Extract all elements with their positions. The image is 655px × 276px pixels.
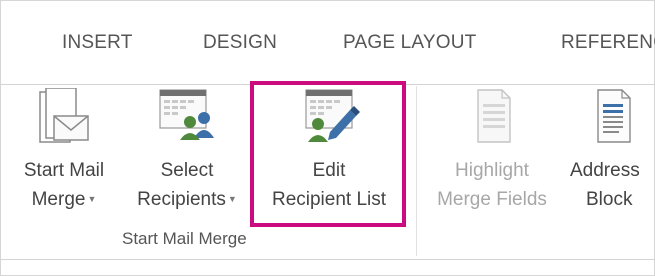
address-block-label-2: Block: [586, 189, 633, 210]
address-block-button[interactable]: Address Block: [564, 88, 655, 222]
highlight-merge-fields-label-2: Merge Fields: [437, 189, 547, 210]
tab-design[interactable]: DESIGN: [203, 32, 277, 54]
start-mail-merge-label-2-text: Merge: [31, 189, 86, 210]
address-block-icon: [597, 89, 631, 143]
select-recipients-button[interactable]: Select Recipients ▼: [122, 88, 252, 222]
address-block-label-1: Address: [570, 160, 640, 181]
highlight-merge-fields-button[interactable]: Highlight Merge Fields: [424, 88, 560, 222]
select-recipients-label-1: Select: [160, 160, 214, 181]
mail-merge-envelope-icon: [39, 88, 89, 143]
highlight-fields-icon: [477, 89, 511, 143]
dropdown-arrow-icon[interactable]: ▼: [87, 194, 96, 204]
tab-page-layout[interactable]: PAGE LAYOUT: [343, 32, 476, 54]
dropdown-arrow-icon[interactable]: ▼: [228, 194, 237, 204]
select-recipients-label-2-text: Recipients: [137, 189, 226, 210]
group-separator: [416, 86, 417, 256]
ribbon-tab-row: INSERT DESIGN PAGE LAYOUT REFERENC: [0, 0, 655, 84]
start-mail-merge-label-1: Start Mail: [23, 160, 105, 181]
callout-highlight-frame: [250, 81, 406, 227]
start-mail-merge-label-2: Merge ▼: [8, 185, 120, 214]
highlight-merge-fields-label-1: Highlight: [455, 160, 529, 181]
tab-references[interactable]: REFERENC: [561, 32, 655, 54]
group-label-start-mail-merge: Start Mail Merge: [122, 229, 247, 248]
ribbon-bottom-border: [0, 259, 655, 260]
start-mail-merge-button[interactable]: Start Mail Merge ▼: [8, 88, 120, 222]
recipients-icon: [159, 89, 214, 140]
select-recipients-label-2: Recipients ▼: [122, 185, 252, 214]
tab-insert[interactable]: INSERT: [62, 32, 133, 54]
